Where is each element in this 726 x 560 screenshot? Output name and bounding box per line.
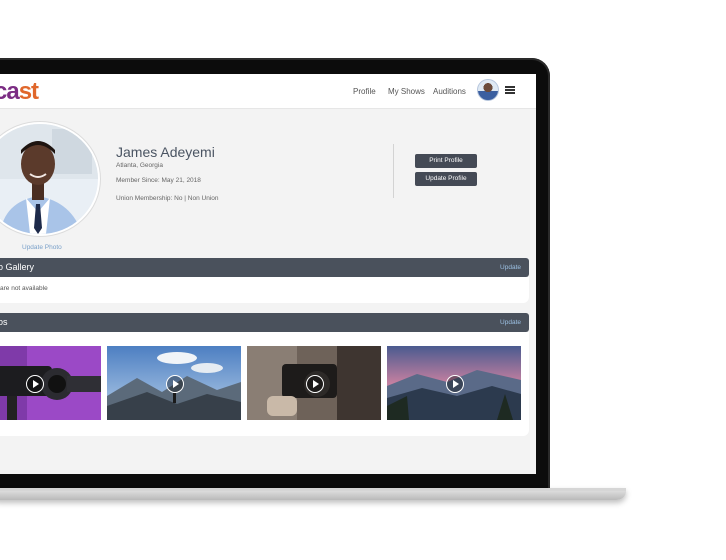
play-icon (26, 375, 44, 393)
nav-my-shows[interactable]: My Shows (388, 87, 425, 96)
video-thumbnail-2[interactable] (107, 346, 241, 420)
photo-gallery-empty-text: are not available (0, 285, 48, 292)
top-bar: cast Profile My Shows Auditions (0, 74, 536, 109)
photo-gallery-header: o Gallery Update (0, 258, 529, 277)
logo-part-1: ca (0, 78, 20, 105)
logo[interactable]: cast (0, 78, 39, 106)
update-photo-link[interactable]: Update Photo (22, 244, 62, 251)
profile-name: James Adeyemi (116, 144, 215, 160)
video-thumbnail-1[interactable] (0, 346, 101, 420)
play-icon (446, 375, 464, 393)
union-membership: Union Membership: No | Non Union (116, 195, 219, 202)
play-icon (166, 375, 184, 393)
photo-gallery-update-link[interactable]: Update (500, 264, 521, 271)
nav-auditions[interactable]: Auditions (433, 87, 466, 96)
nav-profile[interactable]: Profile (353, 87, 376, 96)
profile-location: Atlanta, Georgia (116, 162, 163, 169)
videos-header: os Update (0, 313, 529, 332)
photo-gallery-body (0, 277, 529, 303)
play-icon (306, 375, 324, 393)
profile-photo (0, 122, 100, 236)
member-since: Member Since: May 21, 2018 (116, 177, 201, 184)
video-thumbnail-4[interactable] (387, 346, 521, 420)
vertical-divider (393, 144, 394, 198)
app-screen: cast Profile My Shows Auditions James Ad… (0, 74, 536, 474)
user-avatar[interactable] (477, 79, 499, 101)
photo-gallery-title: o Gallery (0, 262, 35, 272)
videos-update-link[interactable]: Update (500, 319, 521, 326)
update-profile-button[interactable]: Update Profile (415, 172, 477, 186)
logo-part-2: st (18, 78, 39, 105)
video-thumbnail-3[interactable] (247, 346, 381, 420)
videos-title: os (0, 317, 8, 327)
laptop-base (0, 488, 626, 500)
hamburger-menu-icon[interactable] (505, 86, 515, 94)
print-profile-button[interactable]: Print Profile (415, 154, 477, 168)
